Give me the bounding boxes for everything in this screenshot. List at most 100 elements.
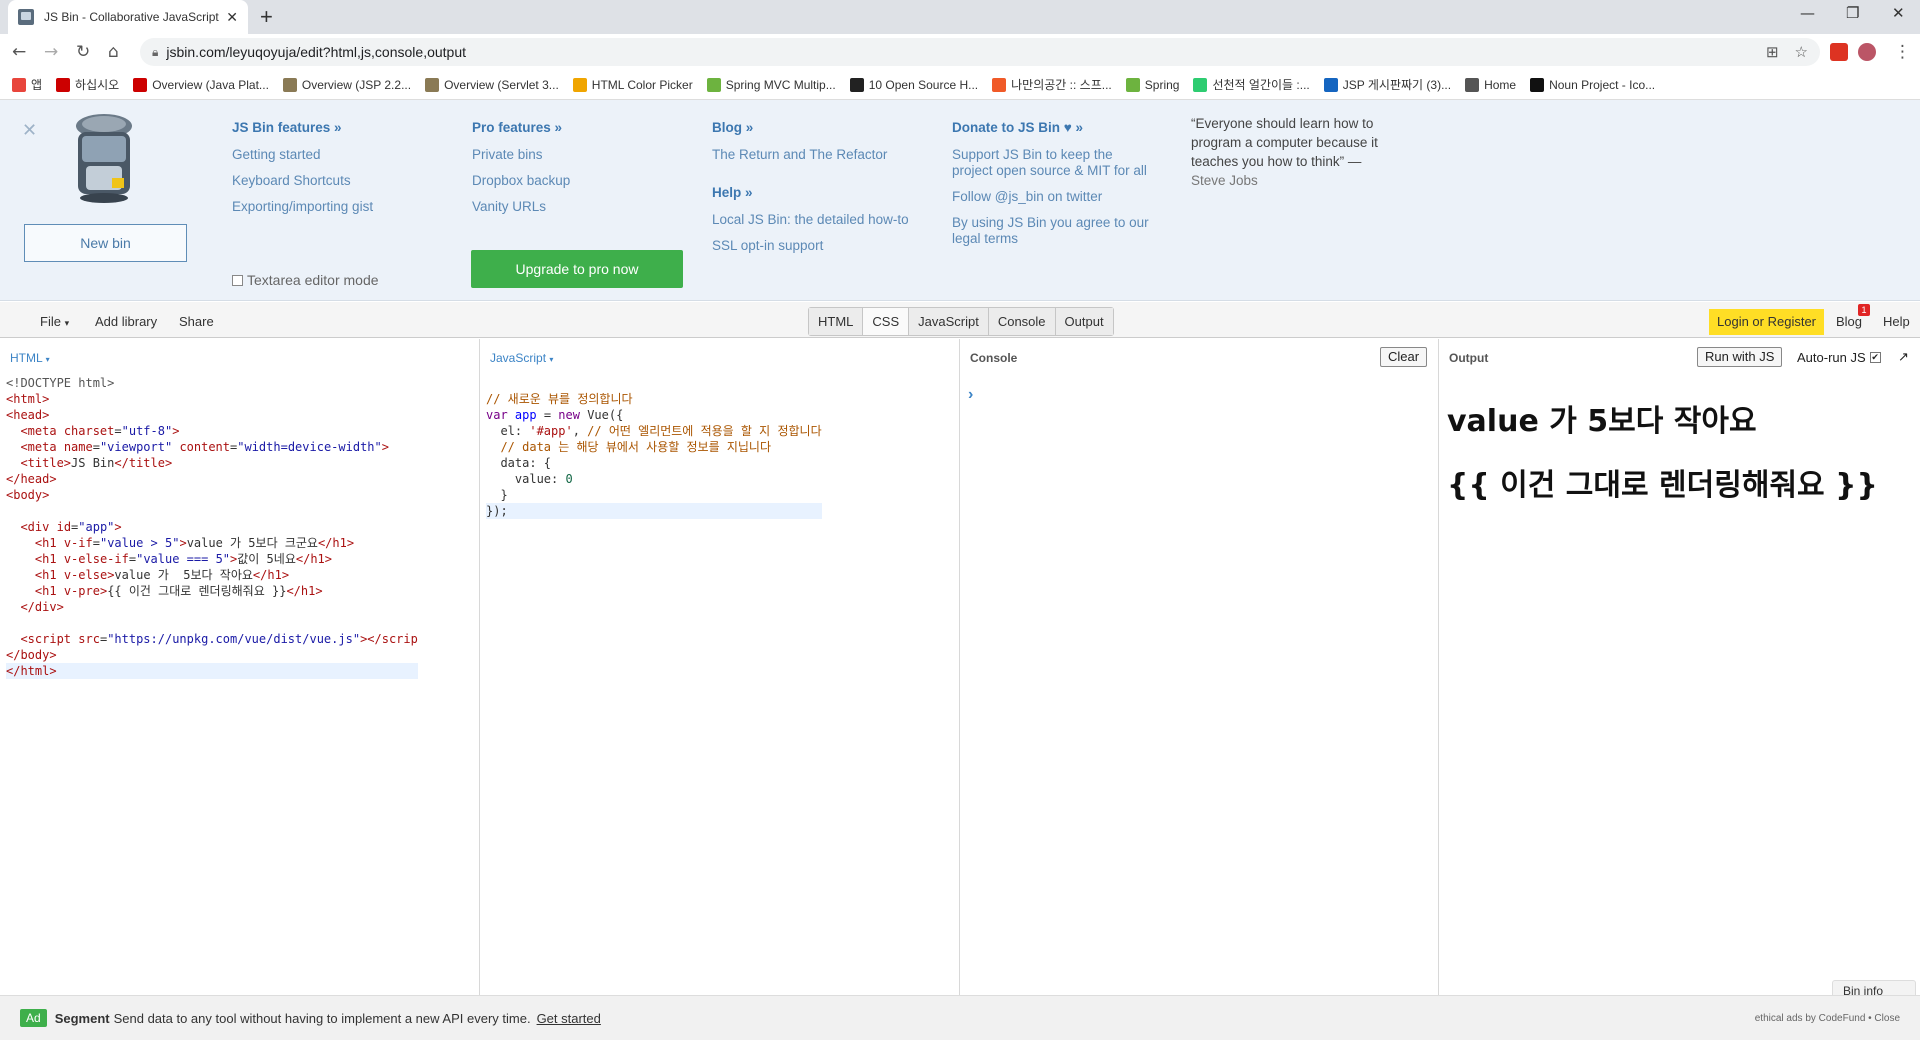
link-vanity-urls[interactable]: Vanity URLs	[472, 199, 682, 215]
file-menu[interactable]: File ▾	[40, 314, 69, 329]
browser-tab-strip: JS Bin - Collaborative JavaScript ✕ + — …	[0, 0, 1920, 34]
ad-get-started-link[interactable]: Get started	[537, 1011, 601, 1026]
link-keyboard-shortcuts[interactable]: Keyboard Shortcuts	[232, 173, 442, 189]
bookmark-favicon-icon	[282, 77, 297, 92]
upgrade-pro-button[interactable]: Upgrade to pro now	[471, 250, 683, 288]
js-code-editor[interactable]: // 새로운 뷰를 정의합니다 var app = new Vue({ el: …	[486, 375, 822, 519]
bookmark-item[interactable]: JSP 게시판짜기 (3)...	[1323, 76, 1451, 93]
link-dropbox-backup[interactable]: Dropbox backup	[472, 173, 682, 189]
bookmark-item[interactable]: 하십시오	[56, 76, 119, 93]
new-tab-icon[interactable]: +	[260, 4, 273, 30]
tab-close-icon[interactable]: ✕	[226, 9, 238, 26]
features-heading[interactable]: JS Bin features »	[232, 120, 442, 135]
ad-tag: Ad	[20, 1009, 47, 1027]
tab-html[interactable]: HTML	[809, 308, 864, 335]
window-close-icon[interactable]: ✕	[1892, 4, 1905, 22]
back-icon[interactable]: ←	[12, 42, 26, 62]
blog-heading[interactable]: Blog »	[712, 120, 922, 135]
info-panel-close-icon[interactable]: ✕	[22, 120, 37, 141]
pro-features-heading[interactable]: Pro features »	[472, 120, 682, 135]
html-panel-label-text: HTML	[10, 351, 43, 365]
js-panel-caret-icon: ▾	[549, 355, 554, 364]
console-panel[interactable]: Console	[960, 339, 1439, 995]
ad-attribution[interactable]: ethical ads by CodeFund • Close	[1755, 1013, 1900, 1024]
pro-features-column: Pro features » Private bins Dropbox back…	[472, 120, 682, 225]
bookmark-item[interactable]: 선천적 얼간이들 :...	[1193, 76, 1310, 93]
bookmark-favicon-icon	[133, 77, 148, 92]
bookmark-star-icon[interactable]: ☆	[1795, 43, 1808, 61]
textarea-mode-checkbox[interactable]	[232, 274, 243, 286]
textarea-mode-toggle[interactable]: Textarea editor mode	[232, 272, 379, 288]
reload-icon[interactable]: ↻	[76, 42, 90, 62]
link-support-jsbin[interactable]: Support JS Bin to keep the project open …	[952, 147, 1152, 179]
bookmark-item[interactable]: Noun Project - Ico...	[1530, 77, 1656, 92]
console-prompt-icon[interactable]: ›	[968, 386, 973, 404]
help-heading[interactable]: Help »	[712, 185, 922, 200]
bookmark-item[interactable]: Overview (JSP 2.2...	[282, 77, 411, 92]
minimize-icon[interactable]: —	[1800, 4, 1815, 22]
js-panel-label[interactable]: JavaScript ▾	[490, 351, 553, 365]
new-bin-button[interactable]: New bin	[24, 224, 187, 262]
bookmark-label: Noun Project - Ico...	[1549, 77, 1656, 92]
address-bar[interactable]: 🔒︎ jsbin.com/leyuqoyuja/edit?html,js,con…	[140, 38, 1820, 66]
bookmark-label: 선천적 얼간이들 :...	[1212, 78, 1310, 92]
bookmark-item[interactable]: Spring MVC Multip...	[706, 77, 836, 92]
link-blog-post[interactable]: The Return and The Refactor	[712, 147, 922, 163]
translate-icon[interactable]: ⊞	[1766, 43, 1779, 61]
bookmark-item[interactable]: Overview (Java Plat...	[133, 77, 269, 92]
bookmark-item[interactable]: 앱	[12, 76, 42, 93]
blog-link[interactable]: Blog	[1836, 314, 1862, 329]
bookmark-item[interactable]: 나만의공간 :: 스프...	[992, 76, 1112, 93]
restore-icon[interactable]: ❐	[1846, 4, 1859, 22]
bookmarks-bar: 앱 하십시오 Overview (Java Plat... Overview (JSP…	[0, 70, 1920, 100]
output-heading-vpre: {{ 이건 그대로 렌더링해줘요 }}	[1447, 468, 1878, 503]
bookmark-item[interactable]: 10 Open Source H...	[849, 77, 978, 92]
tab-javascript[interactable]: JavaScript	[909, 308, 989, 335]
donate-heading[interactable]: Donate to JS Bin ♥ »	[952, 120, 1152, 135]
run-with-js-button[interactable]: Run with JS	[1697, 347, 1783, 367]
ad-brand[interactable]: Segment	[55, 1011, 110, 1026]
login-register-button[interactable]: Login or Register	[1709, 309, 1824, 335]
profile-avatar[interactable]	[1858, 43, 1876, 61]
add-library-button[interactable]: Add library	[95, 314, 157, 329]
bookmark-item[interactable]: Home	[1465, 77, 1517, 92]
link-legal-terms[interactable]: By using JS Bin you agree to our legal t…	[952, 215, 1152, 247]
auto-run-checkbox[interactable]: ✔	[1869, 352, 1881, 363]
popout-icon[interactable]: ↗	[1898, 349, 1909, 365]
link-local-jsbin[interactable]: Local JS Bin: the detailed how-to	[712, 212, 922, 228]
extension-icon[interactable]	[1830, 43, 1848, 61]
link-getting-started[interactable]: Getting started	[232, 147, 442, 163]
browser-tab[interactable]: JS Bin - Collaborative JavaScript ✕	[8, 0, 248, 34]
ad-text: Send data to any tool without having to …	[113, 1010, 531, 1026]
home-icon[interactable]: ⌂	[108, 42, 119, 62]
bookmark-item[interactable]: HTML Color Picker	[572, 77, 693, 92]
bookmark-favicon-icon	[992, 77, 1007, 92]
file-menu-label: File	[40, 314, 61, 329]
bookmark-item[interactable]: Spring	[1125, 77, 1179, 92]
link-follow-twitter[interactable]: Follow @js_bin on twitter	[952, 189, 1152, 205]
tab-console[interactable]: Console	[988, 308, 1056, 335]
html-code-editor[interactable]: <!DOCTYPE html> <html> <head> <meta char…	[6, 375, 418, 679]
bookmark-favicon-icon	[1125, 77, 1140, 92]
html-panel[interactable]: HTML ▾ <!DOCTYPE html> <html> <head> <me…	[0, 339, 480, 995]
link-ssl-opt-in[interactable]: SSL opt-in support	[712, 238, 922, 254]
jsbin-favicon-icon	[18, 9, 34, 25]
link-private-bins[interactable]: Private bins	[472, 147, 682, 163]
blog-notification-badge: 1	[1858, 304, 1870, 316]
html-panel-label[interactable]: HTML ▾	[10, 351, 50, 365]
auto-run-toggle[interactable]: Auto-run JS ✔	[1797, 350, 1881, 365]
forward-icon[interactable]: →	[44, 42, 58, 62]
help-link[interactable]: Help	[1883, 314, 1910, 329]
tab-output[interactable]: Output	[1055, 308, 1113, 335]
link-exporting-gist[interactable]: Exporting/importing gist	[232, 199, 442, 215]
output-panel-label: Output	[1449, 351, 1489, 365]
bookmark-item[interactable]: Overview (Servlet 3...	[425, 77, 559, 92]
chrome-menu-icon[interactable]: ⋮	[1894, 42, 1911, 62]
tab-css[interactable]: CSS	[863, 308, 910, 335]
panel-tabs: HTML CSS JavaScript Console Output	[808, 307, 1114, 336]
bookmark-favicon-icon	[572, 77, 587, 92]
console-clear-button[interactable]: Clear	[1380, 347, 1428, 367]
share-button[interactable]: Share	[179, 314, 214, 329]
javascript-panel[interactable]: JavaScript ▾ // 새로운 뷰를 정의합니다 var app = n…	[480, 339, 960, 995]
bookmark-label: Home	[1484, 77, 1517, 92]
